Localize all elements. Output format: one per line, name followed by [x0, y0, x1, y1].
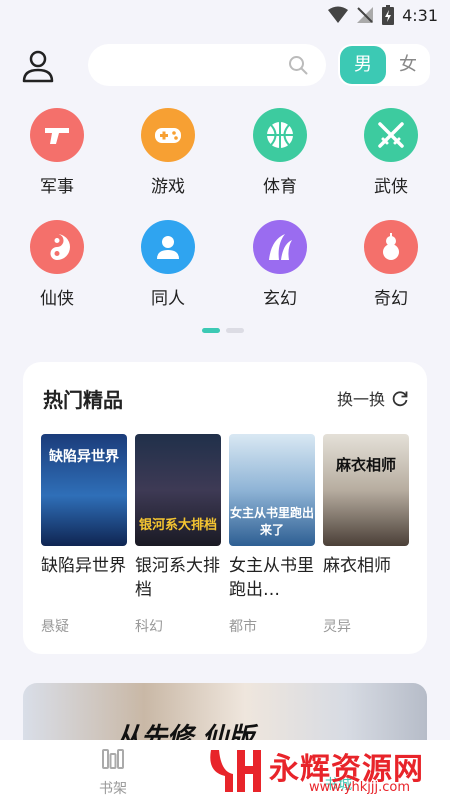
gender-female-option[interactable]: 女: [388, 46, 428, 84]
category-fantasy[interactable]: 玄幻: [235, 220, 325, 309]
cover-title: 缺陷异世界: [49, 449, 119, 465]
book-cover[interactable]: 麻衣相师: [323, 434, 409, 546]
book-genre: 悬疑: [41, 619, 69, 635]
claw-icon: [269, 234, 292, 260]
refresh-button[interactable]: 换一换: [337, 386, 409, 410]
category-circle: [30, 220, 84, 274]
book-cover[interactable]: 缺陷异世界: [41, 434, 127, 546]
gender-toggle[interactable]: 男 女: [338, 44, 430, 86]
category-pager: [202, 328, 244, 333]
tab-bookshelf[interactable]: 书架: [83, 746, 143, 798]
book-genre: 灵异: [323, 619, 351, 635]
category-label: 同人: [151, 289, 185, 309]
cover-title: 银河系大排档: [138, 518, 217, 533]
wifi-icon: [328, 6, 349, 23]
book-card[interactable]: 银河系大排档 银河系大排档 科幻: [135, 434, 221, 636]
cover-title: 麻衣相师: [335, 456, 396, 474]
search-icon[interactable]: [288, 55, 308, 75]
category-label: 武侠: [374, 177, 408, 197]
user-profile-icon[interactable]: [20, 48, 56, 84]
book-card[interactable]: 麻衣相师 麻衣相师 灵异: [323, 434, 409, 636]
gun-icon: [45, 128, 69, 144]
pager-dot-active[interactable]: [202, 328, 220, 333]
category-wuxia[interactable]: 武侠: [346, 108, 436, 197]
watermark-logo-icon: [210, 750, 261, 792]
tab-label: 书架: [99, 781, 127, 797]
category-circle: [364, 220, 418, 274]
hot-picks-card: 热门精品 换一换 缺陷异世界 缺陷异世界 悬疑 银河系大排档 银河系大排档 科幻…: [23, 362, 427, 654]
no-signal-icon: [357, 7, 374, 23]
watermark-url: www.yhkjjj.com: [309, 780, 411, 795]
category-magic[interactable]: 奇幻: [346, 220, 436, 309]
basketball-icon: [267, 122, 293, 148]
crossed-swords-icon: [378, 122, 404, 148]
book-genre: 科幻: [135, 619, 163, 635]
book-title: 女主从书里跑出…: [229, 556, 314, 600]
gender-male-option[interactable]: 男: [340, 46, 386, 84]
category-label: 军事: [40, 177, 74, 197]
bookshelf-icon: [102, 749, 124, 769]
watermark: 永辉资源网 www.yhkjjj.com: [205, 742, 445, 798]
book-cover[interactable]: 女主从书里跑出来了: [229, 434, 315, 546]
category-sports[interactable]: 体育: [235, 108, 325, 197]
person-icon: [157, 236, 179, 259]
gamepad-icon: [155, 128, 181, 143]
category-games[interactable]: 游戏: [123, 108, 213, 197]
search-input[interactable]: [88, 44, 326, 86]
category-circle: [141, 108, 195, 162]
category-circle: [364, 108, 418, 162]
book-title: 麻衣相师: [323, 556, 391, 576]
book-card[interactable]: 女主从书里跑出来了 女主从书里跑出… 都市: [229, 434, 315, 636]
category-circle: [253, 108, 307, 162]
status-time: 4:31: [402, 5, 438, 25]
category-military[interactable]: 军事: [12, 108, 102, 197]
category-circle: [141, 220, 195, 274]
category-label: 体育: [263, 177, 297, 197]
battery-charging-icon: [382, 5, 395, 25]
status-bar: 4:31: [0, 0, 450, 32]
category-circle: [30, 108, 84, 162]
refresh-label: 换一换: [336, 390, 385, 409]
book-card[interactable]: 缺陷异世界 缺陷异世界 悬疑: [41, 434, 127, 636]
book-title: 缺陷异世界: [41, 556, 126, 576]
book-title: 银河系大排档: [135, 556, 220, 600]
gourd-icon: [383, 233, 399, 260]
top-bar: 男 女: [0, 42, 450, 88]
book-cover[interactable]: 银河系大排档: [135, 434, 221, 546]
book-genre: 都市: [229, 619, 257, 635]
category-label: 仙侠: [40, 289, 74, 309]
category-xianxia[interactable]: 仙侠: [12, 220, 102, 309]
category-label: 游戏: [151, 177, 185, 197]
category-label: 玄幻: [263, 289, 297, 309]
refresh-icon: [392, 391, 408, 407]
taichi-icon: [50, 234, 70, 260]
pager-dot[interactable]: [226, 328, 244, 333]
category-circle: [253, 220, 307, 274]
cover-title: 女主从书里跑出来了: [229, 506, 314, 537]
category-fanfic[interactable]: 同人: [123, 220, 213, 309]
section-title: 热门精品: [43, 388, 123, 412]
category-label: 奇幻: [374, 289, 408, 309]
